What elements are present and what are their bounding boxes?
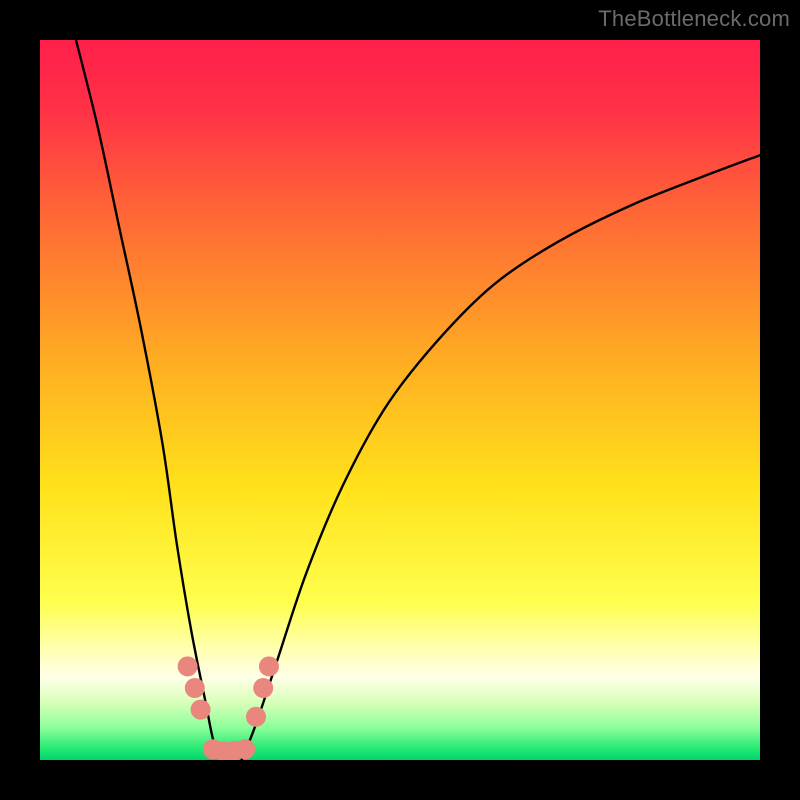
chart-marker-dot: [253, 678, 273, 698]
chart-marker-dot: [185, 678, 205, 698]
series-right-branch: [242, 155, 760, 760]
chart-plot-area: [40, 40, 760, 760]
series-left-branch: [76, 40, 220, 760]
chart-marker-dot: [191, 700, 211, 720]
chart-marker-dot: [235, 739, 255, 759]
chart-marker-dot: [178, 656, 198, 676]
watermark-text: TheBottleneck.com: [598, 6, 790, 32]
chart-markers: [178, 656, 279, 760]
chart-curve-layer: [40, 40, 760, 760]
chart-frame: TheBottleneck.com: [0, 0, 800, 800]
chart-marker-dot: [246, 707, 266, 727]
chart-marker-dot: [259, 656, 279, 676]
